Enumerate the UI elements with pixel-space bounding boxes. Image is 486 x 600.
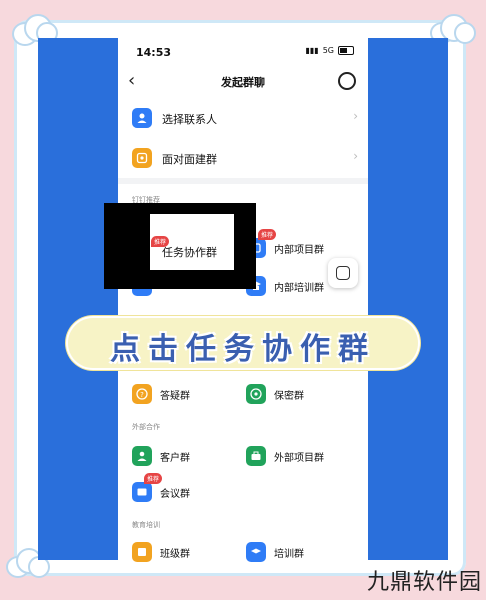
group-class[interactable]: 班级群 bbox=[132, 540, 242, 566]
group-secret[interactable]: 保密群 bbox=[246, 382, 356, 408]
group-customer-label: 客户群 bbox=[160, 453, 190, 464]
recommend-badge: 推荐 bbox=[258, 229, 277, 240]
group-meeting[interactable]: 推荐 会议群 bbox=[132, 473, 242, 506]
graduation-icon bbox=[246, 542, 266, 562]
group-customer[interactable]: 客户群 bbox=[132, 444, 242, 470]
section-external: 外部合作 bbox=[132, 423, 160, 431]
group-external-project[interactable]: 外部项目群 bbox=[246, 444, 356, 470]
network-label: 5G bbox=[322, 46, 334, 55]
group-secret-label: 保密群 bbox=[274, 391, 304, 402]
section-education: 教育培训 bbox=[132, 521, 160, 529]
select-contacts-label: 选择联系人 bbox=[162, 113, 217, 126]
face-to-face-label: 面对面建群 bbox=[162, 153, 217, 166]
nav-bar: ‹ 发起群聊 bbox=[118, 68, 368, 98]
highlighted-task-group-label[interactable]: 任务协作群 bbox=[162, 244, 217, 260]
select-contacts-row[interactable]: 选择联系人 › bbox=[118, 100, 368, 136]
chevron-right-icon: › bbox=[353, 149, 358, 163]
face-icon bbox=[336, 266, 350, 280]
page-title: 发起群聊 bbox=[221, 76, 265, 89]
help-icon[interactable] bbox=[338, 72, 356, 90]
divider bbox=[118, 178, 368, 184]
group-training[interactable]: 培训群 bbox=[246, 540, 356, 566]
status-indicators: ▮▮▮ 5G bbox=[305, 46, 354, 55]
group-internal-training-label: 内部培训群 bbox=[274, 283, 324, 294]
group-training-label: 培训群 bbox=[274, 549, 304, 560]
face-to-face-icon bbox=[132, 148, 152, 168]
class-icon bbox=[132, 542, 152, 562]
battery-icon bbox=[338, 46, 354, 55]
instruction-text: 点击任务协作群 bbox=[110, 332, 376, 367]
group-qa-label: 答疑群 bbox=[160, 391, 190, 402]
group-internal-project-label: 内部项目群 bbox=[274, 245, 324, 256]
group-meeting-label: 会议群 bbox=[160, 489, 190, 500]
group-class-label: 班级群 bbox=[160, 549, 190, 560]
meeting-icon bbox=[132, 482, 152, 502]
contact-icon bbox=[132, 108, 152, 128]
recommend-badge: 推荐 bbox=[144, 473, 163, 484]
floating-action-button[interactable] bbox=[328, 258, 358, 288]
status-time: 14:53 bbox=[136, 46, 172, 59]
instruction-banner: 点击任务协作群 bbox=[68, 318, 418, 368]
lock-icon bbox=[246, 384, 266, 404]
briefcase-icon bbox=[246, 446, 266, 466]
customer-icon bbox=[132, 446, 152, 466]
question-icon: ? bbox=[132, 384, 152, 404]
group-qa[interactable]: ? 答疑群 bbox=[132, 382, 242, 408]
phone-screen: 14:53 ▮▮▮ 5G ‹ 发起群聊 选择联系人 › 面对面建群 › 钉钉推荐… bbox=[118, 38, 368, 568]
face-to-face-row[interactable]: 面对面建群 › bbox=[118, 140, 368, 176]
chevron-right-icon: › bbox=[353, 109, 358, 123]
svg-text:?: ? bbox=[140, 391, 144, 399]
signal-icon: ▮▮▮ bbox=[305, 46, 319, 55]
group-external-project-label: 外部项目群 bbox=[274, 453, 324, 464]
site-watermark: 九鼎软件园 bbox=[366, 570, 482, 595]
status-bar: 14:53 ▮▮▮ 5G bbox=[118, 38, 368, 64]
